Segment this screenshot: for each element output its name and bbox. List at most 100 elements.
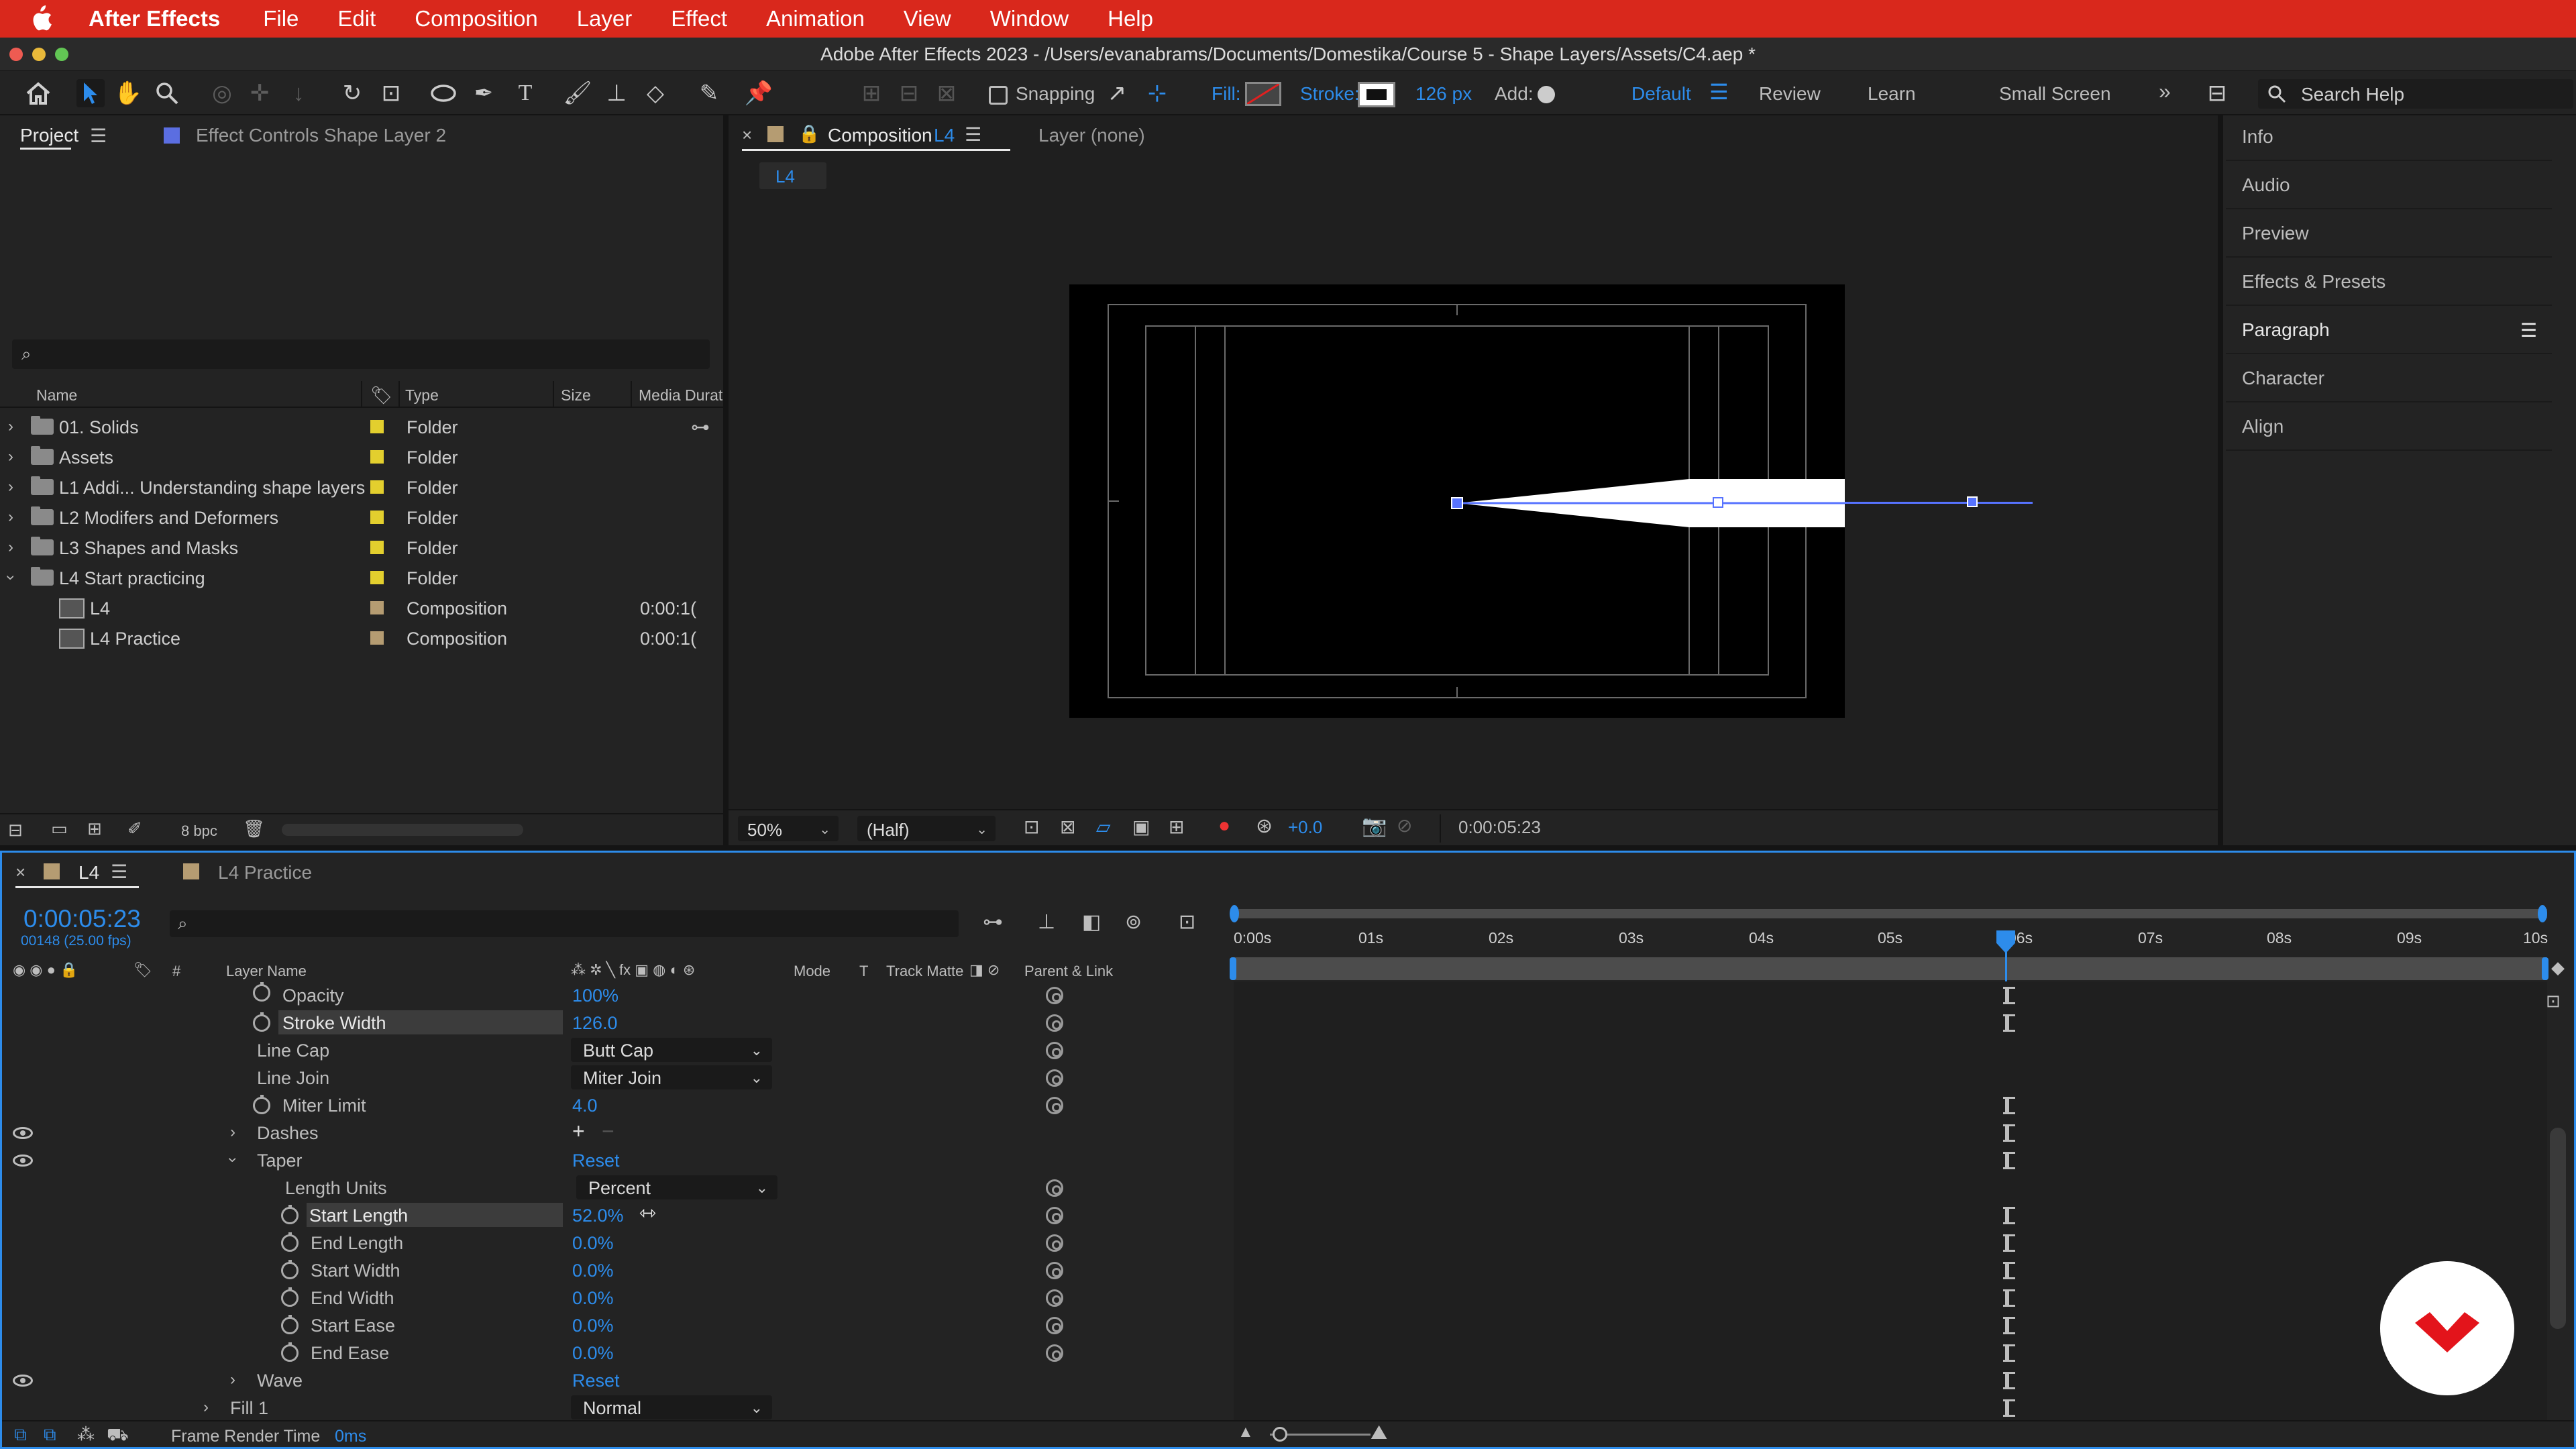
list-item[interactable]: › L3 Shapes and Masks Folder — [0, 533, 724, 563]
work-area-end-handle[interactable] — [2538, 905, 2547, 922]
zoom-out-icon[interactable]: ▲ — [1238, 1423, 1254, 1442]
close-tab-icon[interactable]: × — [742, 125, 752, 146]
prop-row-line-cap[interactable]: Line Cap Butt Cap ⌄ — [2, 1036, 1230, 1064]
column-t[interactable]: T — [859, 963, 868, 980]
color-depth-label[interactable]: 8 bpc — [181, 822, 217, 840]
line-join-select[interactable]: Miter Join ⌄ — [571, 1065, 772, 1089]
more-workspaces-icon[interactable]: » — [2159, 79, 2171, 104]
comp-button-icon[interactable]: ⊡ — [2546, 991, 2561, 1012]
orbit-tool-icon[interactable]: ◎ — [208, 79, 236, 107]
exposure-value[interactable]: +0.0 — [1288, 817, 1322, 838]
region-of-interest-icon[interactable]: ▣ — [1132, 816, 1150, 838]
selection-tool-icon[interactable] — [76, 79, 105, 107]
matte-icons[interactable]: ◨ ⊘ — [969, 961, 1000, 979]
remove-dash-button[interactable]: − — [602, 1119, 614, 1144]
menu-window[interactable]: Window — [990, 6, 1069, 32]
eraser-tool-icon[interactable]: ◇ — [641, 79, 669, 107]
column-name[interactable]: Name — [36, 386, 77, 405]
panel-audio[interactable]: Audio — [2226, 161, 2552, 209]
end-ease-value[interactable]: 0.0% — [572, 1343, 614, 1364]
column-parent-link[interactable]: Parent & Link — [1024, 963, 1113, 980]
panel-character[interactable]: Character — [2226, 354, 2552, 402]
close-tab-icon[interactable]: × — [15, 862, 25, 883]
prop-row-line-join[interactable]: Line Join Miter Join ⌄ — [2, 1064, 1230, 1091]
length-units-select[interactable]: Percent ⌄ — [576, 1175, 777, 1199]
prop-row-fill[interactable]: › Fill 1 Normal ⌄ — [2, 1394, 1230, 1421]
close-window-button[interactable] — [9, 48, 23, 61]
list-item[interactable]: › L2 Modifers and Deformers Folder — [0, 502, 724, 533]
prop-row-end-ease[interactable]: End Ease 0.0% — [2, 1339, 1230, 1366]
stroke-swatch[interactable] — [1358, 82, 1395, 107]
work-area-start-handle[interactable] — [1230, 905, 1239, 922]
timeline-panel-menu-icon[interactable]: ☰ — [111, 861, 127, 883]
list-item[interactable]: › L4 Start practicing Folder — [0, 563, 724, 593]
interpret-footage-icon[interactable]: ⊟ — [8, 820, 23, 841]
prop-row-opacity[interactable]: Opacity 100% — [2, 981, 1230, 1009]
prop-row-end-width[interactable]: End Width 0.0% — [2, 1284, 1230, 1311]
mask-visibility-icon[interactable]: ▱ — [1096, 816, 1111, 838]
rotate-tool-icon[interactable]: ↻ — [338, 79, 366, 107]
list-item[interactable]: › Assets Folder — [0, 442, 724, 472]
menu-app-name[interactable]: After Effects — [89, 6, 220, 32]
prop-row-start-width[interactable]: Start Width 0.0% — [2, 1256, 1230, 1284]
tab-timeline-l4[interactable]: L4 — [78, 862, 99, 883]
in-out-toggle-icon[interactable]: ⁂ — [77, 1424, 95, 1445]
tab-composition-name[interactable]: L4 — [934, 125, 955, 146]
prop-row-dashes[interactable]: › Dashes + − — [2, 1119, 1230, 1146]
minimize-window-button[interactable] — [32, 48, 46, 61]
panel-paragraph[interactable]: Paragraph ☰ — [2226, 306, 2552, 354]
taper-reset-link[interactable]: Reset — [572, 1150, 620, 1171]
menu-effect[interactable]: Effect — [671, 6, 727, 32]
draft-3d-icon[interactable]: ⊥ — [1038, 910, 1055, 934]
prop-row-start-length[interactable]: Start Length 52.0% ⇿ — [2, 1201, 1230, 1229]
prop-row-start-ease[interactable]: Start Ease 0.0% — [2, 1311, 1230, 1339]
path-vertex-handle[interactable] — [1967, 496, 1978, 507]
column-size[interactable]: Size — [561, 386, 591, 405]
timeline-track-area[interactable] — [1234, 981, 2547, 1424]
composition-panel-menu-icon[interactable]: ☰ — [965, 123, 981, 146]
frame-blending-icon[interactable]: ⊚ — [1125, 910, 1142, 934]
clone-stamp-tool-icon[interactable]: ⊥ — [602, 79, 631, 107]
workspace-default[interactable]: Default — [1631, 83, 1691, 105]
render-time-toggle-icon[interactable]: ⛟ — [107, 1424, 129, 1448]
zoom-in-icon[interactable]: ⛰ — [1371, 1421, 1387, 1444]
workspace-menu-icon[interactable]: ☰ — [1709, 79, 1729, 105]
end-width-value[interactable]: 0.0% — [572, 1288, 614, 1309]
panel-effects-presets[interactable]: Effects & Presets — [2226, 258, 2552, 306]
menu-composition[interactable]: Composition — [415, 6, 537, 32]
timeline-search-input[interactable]: ⌕ — [170, 910, 959, 937]
panel-align[interactable]: Align — [2226, 402, 2552, 451]
add-menu-icon[interactable] — [1538, 86, 1555, 103]
menu-animation[interactable]: Animation — [766, 6, 865, 32]
align-icon[interactable]: ⊞ — [857, 79, 885, 107]
list-item[interactable]: L4 Practice Composition 0:00:1( — [0, 623, 724, 653]
eye-icon[interactable] — [13, 1127, 33, 1139]
start-width-value[interactable]: 0.0% — [572, 1260, 614, 1281]
transfer-controls-toggle-icon[interactable]: ⧉ — [44, 1424, 56, 1446]
prop-row-stroke-width[interactable]: Stroke Width 126.0 — [2, 1009, 1230, 1036]
grid-guides-icon[interactable]: ⊞ — [1169, 816, 1184, 838]
eye-icon[interactable] — [13, 1375, 33, 1387]
opacity-value[interactable]: 100% — [572, 985, 619, 1006]
wave-reset-link[interactable]: Reset — [572, 1371, 620, 1391]
work-area-bar[interactable] — [1234, 909, 2547, 918]
tab-layer[interactable]: Layer (none) — [1038, 125, 1145, 146]
pan-tool-icon[interactable]: ✛ — [246, 79, 274, 107]
snap-arrow-icon[interactable]: ↗ — [1103, 79, 1131, 107]
panel-info[interactable]: Info — [2226, 113, 2552, 161]
comp-breadcrumb[interactable]: L4 — [759, 162, 826, 189]
stroke-label[interactable]: Stroke: — [1300, 83, 1360, 105]
start-length-value[interactable]: 52.0% — [572, 1205, 624, 1226]
prop-row-wave[interactable]: › Wave Reset — [2, 1366, 1230, 1394]
new-folder-icon[interactable]: ▭ — [51, 818, 68, 839]
dolly-tool-icon[interactable]: ↓ — [284, 79, 313, 107]
layer-switches-toggle-icon[interactable]: ⧉ — [14, 1424, 27, 1446]
list-item[interactable]: › L1 Addi... Understanding shape layers … — [0, 472, 724, 502]
color-management-icon[interactable]: ⊛ — [1256, 814, 1273, 838]
time-ruler[interactable]: 0:00s 01s 02s 03s 04s 05s 06s 07s 08s 09… — [1234, 922, 2548, 956]
puppet-pin-tool-icon[interactable]: 📌 — [745, 79, 773, 107]
workspace-small-screen[interactable]: Small Screen — [1999, 83, 2111, 105]
zoom-window-button[interactable] — [55, 48, 68, 61]
panel-preview[interactable]: Preview — [2226, 209, 2552, 258]
column-track-matte[interactable]: Track Matte — [886, 963, 963, 980]
